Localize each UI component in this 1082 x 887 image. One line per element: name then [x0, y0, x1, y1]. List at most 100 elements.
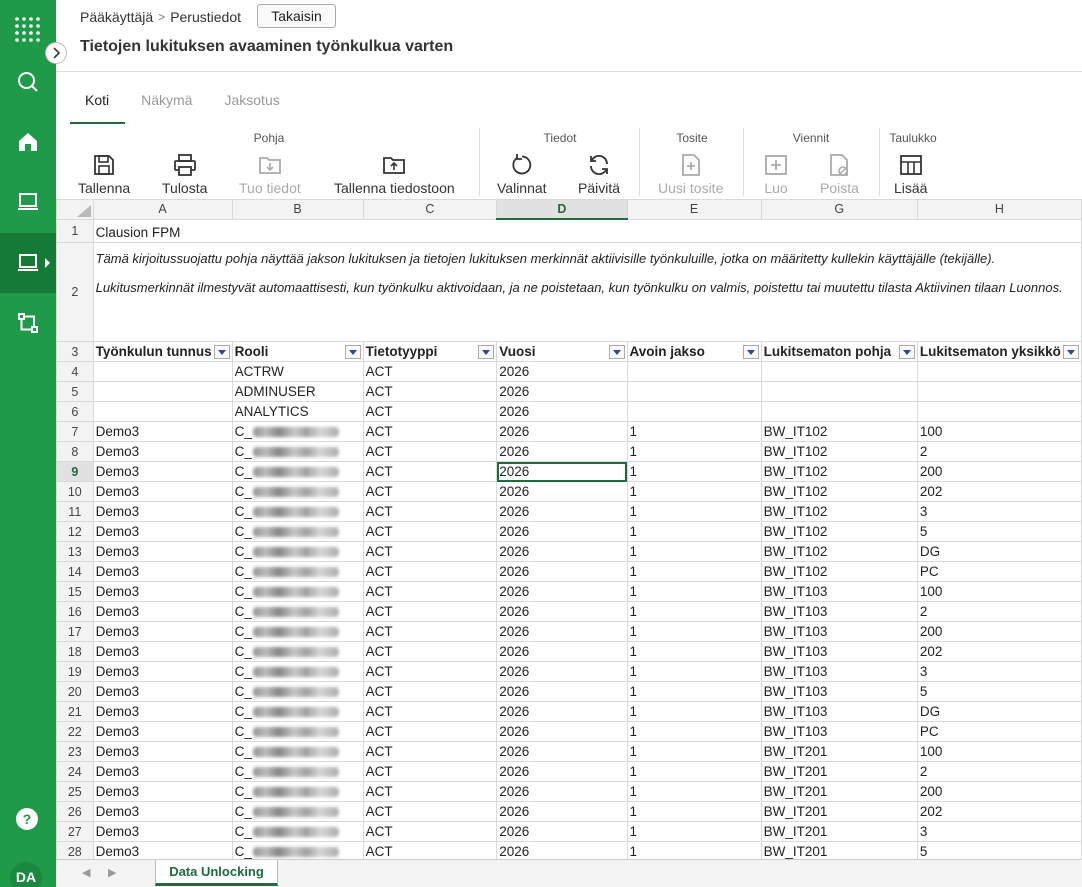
cell-d[interactable]: 2026 [496, 641, 628, 662]
cell-h[interactable] [916, 381, 1082, 402]
cell-d[interactable]: 2026 [496, 481, 628, 502]
rail-home[interactable] [0, 112, 56, 172]
cell-b[interactable]: C_ [231, 741, 364, 762]
cell-a[interactable]: Demo3 [92, 581, 233, 602]
rail-workflow[interactable] [0, 293, 56, 353]
print-button[interactable]: Tulosta [162, 152, 207, 196]
cell-c[interactable]: ACT [362, 761, 498, 782]
row-header[interactable]: 11 [56, 501, 94, 522]
cell-h[interactable]: 2 [916, 601, 1082, 622]
cell-c[interactable]: ACT [362, 681, 498, 702]
cell-d[interactable]: 2026 [496, 421, 628, 442]
cell-h[interactable]: 202 [916, 641, 1082, 662]
save-to-file-button[interactable]: Tallenna tiedostoon [334, 152, 455, 196]
cell-g[interactable]: BW_IT103 [760, 581, 918, 602]
cell-c[interactable]: ACT [362, 361, 498, 382]
cell-d[interactable]: 2026 [496, 541, 628, 562]
row-header[interactable]: 17 [56, 621, 94, 642]
cell-c[interactable]: ACT [362, 501, 498, 522]
row-header[interactable]: 26 [56, 801, 94, 822]
cell-b[interactable]: C_ [231, 581, 364, 602]
header-cell[interactable]: Lukitsematon pohja [760, 341, 918, 362]
cell-d[interactable]: 2026 [496, 661, 628, 682]
cell-e[interactable]: 1 [626, 681, 762, 702]
cell-a[interactable]: Demo3 [92, 801, 233, 822]
header-cell[interactable]: Työnkulun tunnus [92, 341, 233, 362]
new-voucher-button[interactable]: Uusi tosite [658, 152, 723, 196]
column-header[interactable]: A [92, 199, 233, 220]
cell-c[interactable]: ACT [362, 601, 498, 622]
import-data-button[interactable]: Tuo tiedot [239, 152, 301, 196]
header-cell[interactable]: Rooli [231, 341, 364, 362]
prev-sheet-icon[interactable]: ◀ [82, 866, 90, 879]
row-header[interactable]: 8 [56, 441, 94, 462]
select-all-corner[interactable] [56, 199, 94, 220]
column-header-selected[interactable]: D [496, 199, 628, 220]
row-header[interactable]: 6 [56, 401, 94, 422]
breadcrumb-item[interactable]: Perustiedot [170, 9, 241, 25]
cell-b[interactable]: C_ [231, 421, 364, 442]
cell-c[interactable]: ACT [362, 641, 498, 662]
cell-g[interactable]: BW_IT201 [760, 801, 918, 822]
cell-a[interactable]: Demo3 [92, 821, 233, 842]
cell-a[interactable]: Demo3 [92, 761, 233, 782]
cell-b[interactable]: C_ [231, 701, 364, 722]
cell-b[interactable]: C_ [231, 761, 364, 782]
description-cell[interactable]: Tämä kirjoitussuojattu pohja näyttää jak… [92, 242, 1082, 342]
cell-h[interactable]: 100 [916, 741, 1082, 762]
cell-g[interactable]: BW_IT102 [760, 421, 918, 442]
row-header[interactable]: 25 [56, 781, 94, 802]
cell-h[interactable]: 200 [916, 781, 1082, 802]
cell-b[interactable]: C_ [231, 641, 364, 662]
cell-e[interactable] [626, 381, 762, 402]
cell-d[interactable]: 2026 [496, 801, 628, 822]
cell-g[interactable]: BW_IT103 [760, 601, 918, 622]
cell-g[interactable]: BW_IT201 [760, 741, 918, 762]
cell-b[interactable]: C_ [231, 801, 364, 822]
cell-d[interactable]: 2026 [496, 761, 628, 782]
cell-h[interactable]: PC [916, 561, 1082, 582]
cell-e[interactable]: 1 [626, 421, 762, 442]
cell-g[interactable]: BW_IT102 [760, 441, 918, 462]
delete-entry-button[interactable]: Poista [820, 152, 859, 196]
cell-g[interactable]: BW_IT103 [760, 701, 918, 722]
cell-h[interactable]: 5 [916, 521, 1082, 542]
cell-a[interactable]: Demo3 [92, 501, 233, 522]
cell-e[interactable]: 1 [626, 821, 762, 842]
rail-planning-active[interactable] [0, 233, 56, 293]
cell-a[interactable]: Demo3 [92, 741, 233, 762]
cell-b[interactable]: ACTRW [231, 361, 364, 382]
cell-g[interactable]: BW_IT103 [760, 721, 918, 742]
header-cell[interactable]: Tietotyyppi [362, 341, 498, 362]
cell-e[interactable]: 1 [626, 561, 762, 582]
cell-e[interactable] [626, 401, 762, 422]
cell-a[interactable]: Demo3 [92, 421, 233, 442]
row-header[interactable]: 4 [56, 361, 94, 382]
cell-a[interactable]: Demo3 [92, 521, 233, 542]
cell-a[interactable]: Demo3 [92, 481, 233, 502]
row-header[interactable]: 15 [56, 581, 94, 602]
sheet-tab-data-unlocking[interactable]: Data Unlocking [155, 860, 278, 886]
rail-laptop[interactable] [0, 172, 56, 232]
cell-a[interactable]: Demo3 [92, 461, 233, 482]
cell-b[interactable]: C_ [231, 781, 364, 802]
cell-d[interactable]: 2026 [496, 401, 628, 422]
column-header[interactable]: C [362, 199, 498, 220]
cell-d[interactable]: 2026 [496, 781, 628, 802]
cell-b[interactable]: C_ [231, 601, 364, 622]
cell-c[interactable]: ACT [362, 721, 498, 742]
cell-h[interactable]: 100 [916, 581, 1082, 602]
row-header[interactable]: 23 [56, 741, 94, 762]
cell-g[interactable]: BW_IT102 [760, 541, 918, 562]
filter-dropdown-icon[interactable] [478, 345, 495, 359]
cell-g[interactable]: BW_IT102 [760, 521, 918, 542]
cell-a[interactable]: Demo3 [92, 681, 233, 702]
cell-g[interactable]: BW_IT102 [760, 481, 918, 502]
cell-h[interactable]: 200 [916, 461, 1082, 482]
cell-g[interactable]: BW_IT102 [760, 461, 918, 482]
spreadsheet-grid[interactable]: A B C D E G H 1 Clausion FPM 2 Tämä kirj… [56, 199, 1082, 859]
cell-g[interactable]: BW_IT102 [760, 501, 918, 522]
row-header[interactable]: 27 [56, 821, 94, 842]
tab-nakyma[interactable]: Näkymä [125, 90, 208, 124]
cell-e[interactable]: 1 [626, 601, 762, 622]
